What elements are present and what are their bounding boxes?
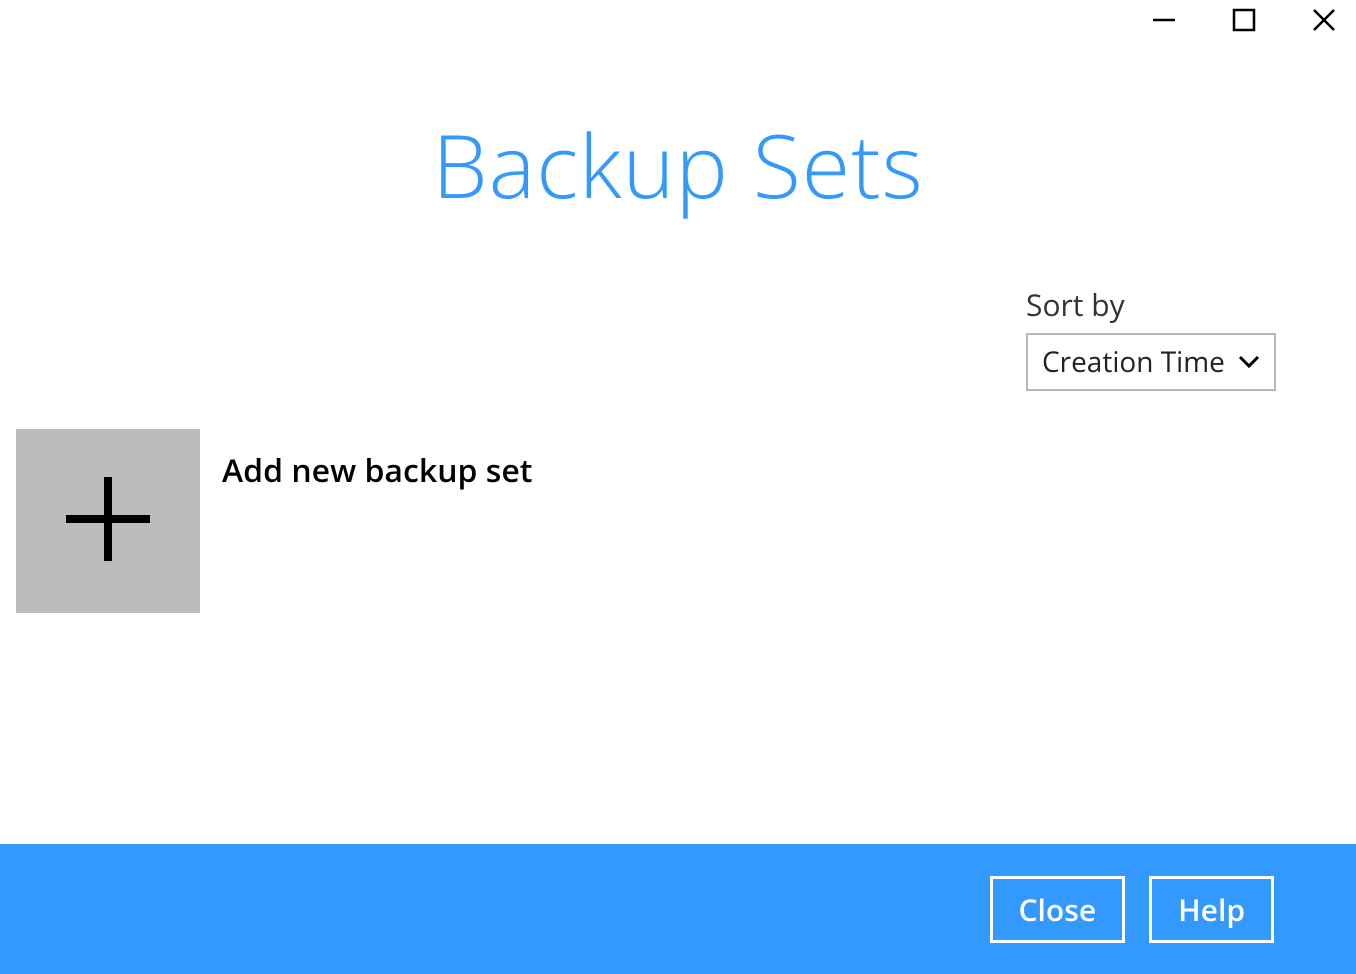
window-close-button[interactable] (1304, 2, 1344, 42)
footer-bar: Close Help (0, 844, 1356, 974)
sort-by-value: Creation Time (1042, 343, 1225, 381)
sort-by-label: Sort by (1026, 284, 1276, 325)
plus-icon (58, 469, 158, 574)
add-backup-set-label: Add new backup set (222, 449, 532, 492)
window-titlebar (0, 0, 1356, 44)
sort-by-block: Sort by Creation Time (1026, 284, 1276, 391)
maximize-icon (1231, 7, 1257, 38)
minimize-button[interactable] (1144, 2, 1184, 42)
minimize-icon (1151, 7, 1177, 38)
sort-by-select[interactable]: Creation Time (1026, 333, 1276, 391)
add-backup-set-row[interactable]: Add new backup set (16, 429, 532, 613)
content-area: Backup Sets Sort by Creation Time Add ne… (0, 44, 1356, 844)
help-button[interactable]: Help (1149, 876, 1274, 943)
backup-sets-window: Backup Sets Sort by Creation Time Add ne… (0, 0, 1356, 974)
maximize-button[interactable] (1224, 2, 1264, 42)
close-icon (1311, 7, 1337, 38)
chevron-down-icon (1238, 355, 1260, 369)
page-title: Backup Sets (0, 104, 1356, 224)
close-button[interactable]: Close (990, 876, 1126, 943)
add-tile (16, 429, 200, 613)
